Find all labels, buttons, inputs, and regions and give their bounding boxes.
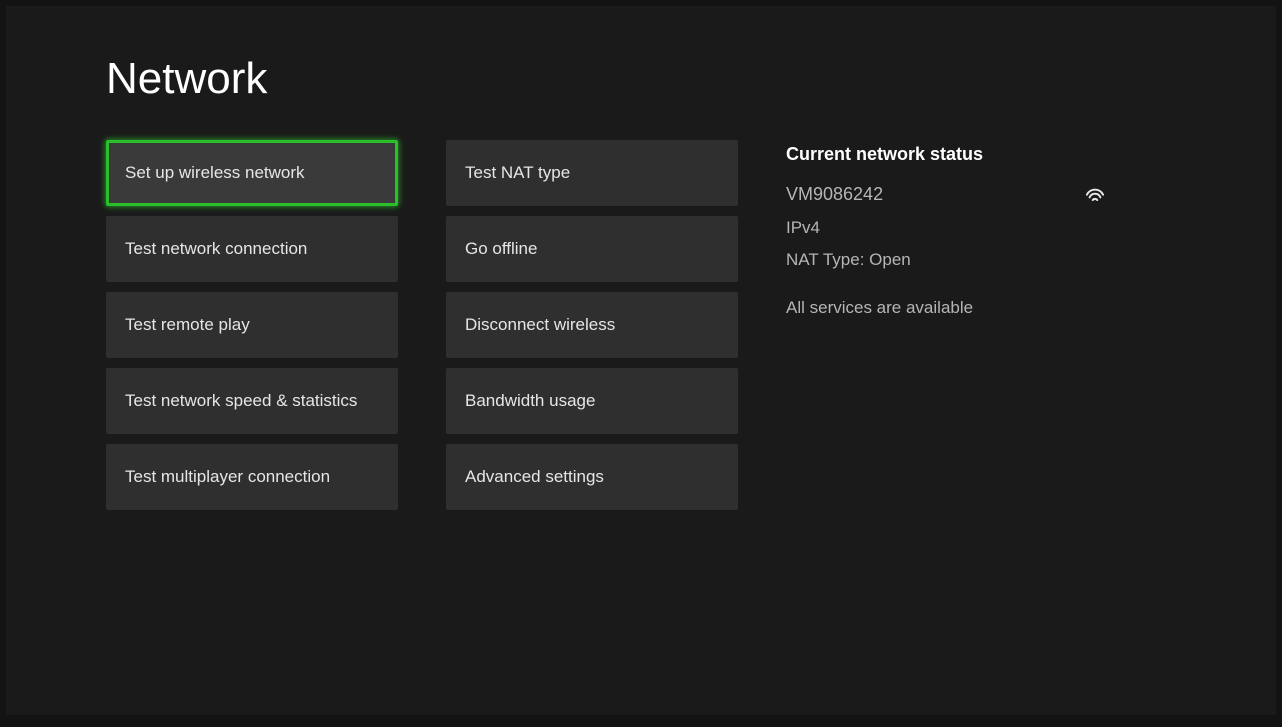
status-heading: Current network status [786,144,1106,165]
setup-wireless-network-button[interactable]: Set up wireless network [106,140,398,206]
test-multiplayer-connection-button[interactable]: Test multiplayer connection [106,444,398,510]
go-offline-button[interactable]: Go offline [446,216,738,282]
tile-label: Go offline [465,239,537,259]
tile-label: Disconnect wireless [465,315,615,335]
tile-label: Set up wireless network [125,163,305,183]
network-ssid: VM9086242 [786,184,883,205]
tile-label: Test network connection [125,239,307,259]
tile-label: Test network speed & statistics [125,391,357,411]
tile-label: Test multiplayer connection [125,467,330,487]
advanced-settings-button[interactable]: Advanced settings [446,444,738,510]
services-status: All services are available [786,298,1106,318]
tile-label: Advanced settings [465,467,604,487]
test-network-speed-button[interactable]: Test network speed & statistics [106,368,398,434]
tile-label: Test remote play [125,315,250,335]
network-options-left: Set up wireless network Test network con… [106,140,398,510]
tile-label: Bandwidth usage [465,391,595,411]
ip-version: IPv4 [786,218,1106,238]
wifi-icon [1084,183,1106,206]
test-network-connection-button[interactable]: Test network connection [106,216,398,282]
disconnect-wireless-button[interactable]: Disconnect wireless [446,292,738,358]
page-title: Network [6,6,1276,104]
test-remote-play-button[interactable]: Test remote play [106,292,398,358]
nat-type: NAT Type: Open [786,250,1106,270]
network-status-panel: Current network status VM9086242 IPv4 NA… [786,140,1106,510]
tile-label: Test NAT type [465,163,570,183]
bandwidth-usage-button[interactable]: Bandwidth usage [446,368,738,434]
test-nat-type-button[interactable]: Test NAT type [446,140,738,206]
network-options-right: Test NAT type Go offline Disconnect wire… [446,140,738,510]
